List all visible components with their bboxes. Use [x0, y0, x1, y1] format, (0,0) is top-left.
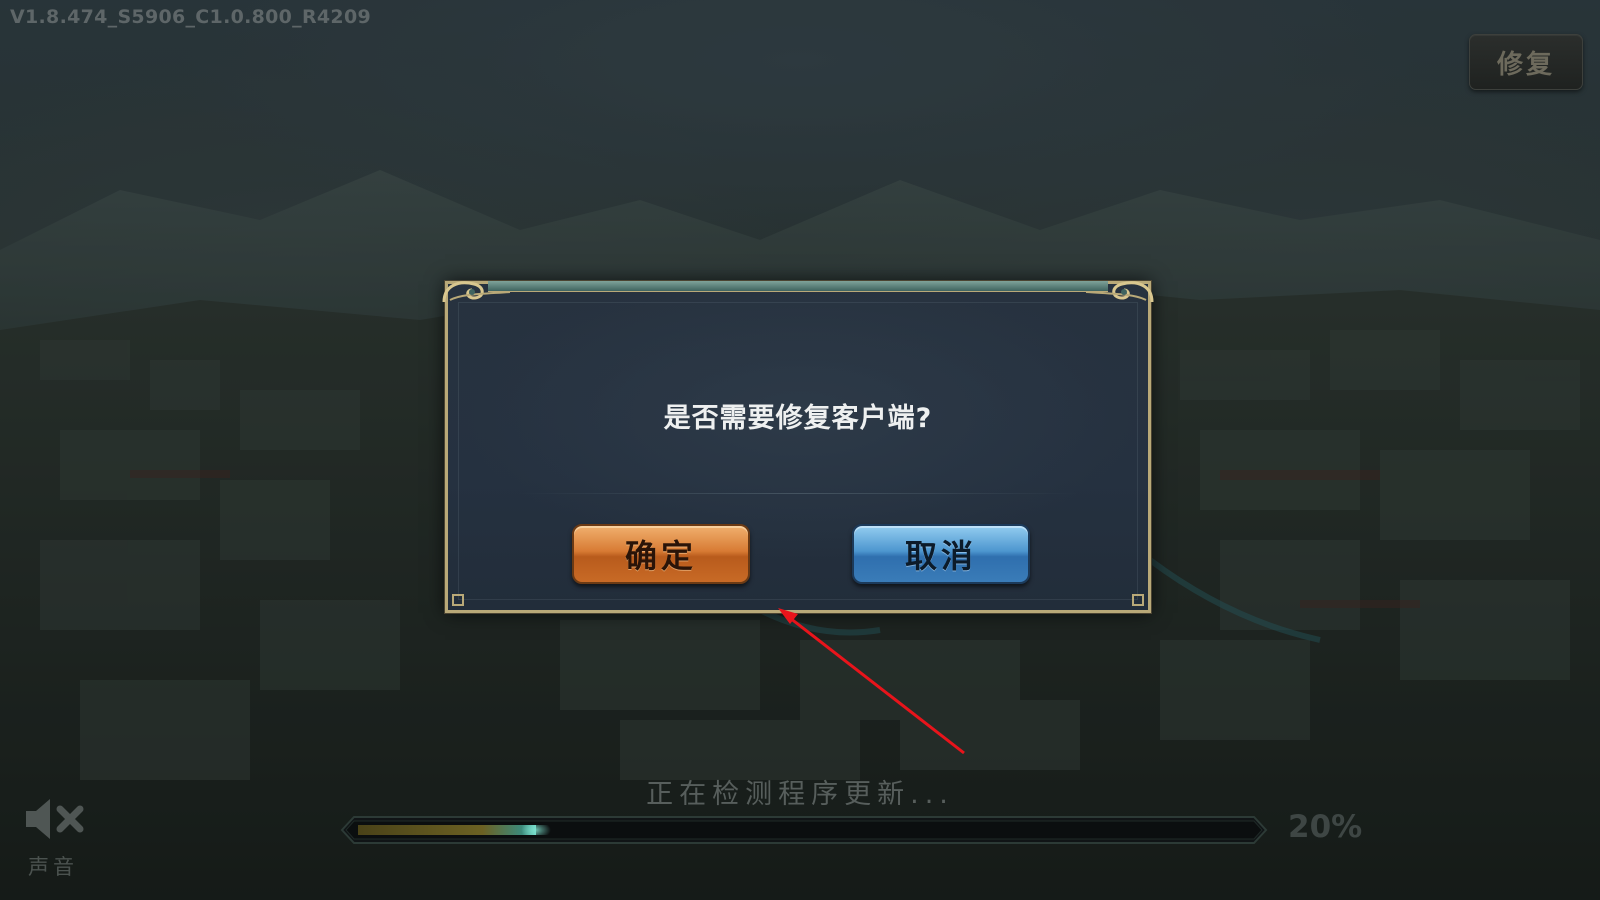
progress-glow: [521, 825, 552, 835]
loading-progress-bar: [340, 815, 1268, 845]
confirm-button[interactable]: 确定: [572, 524, 750, 584]
repair-button[interactable]: 修复: [1469, 34, 1583, 90]
sound-muted-icon: [26, 799, 84, 839]
cancel-button[interactable]: 取消: [852, 524, 1030, 584]
dialog-top-bar: [488, 281, 1108, 292]
repair-confirm-dialog: 是否需要修复客户端? 确定 取消: [442, 281, 1154, 613]
progress-fill: [358, 825, 537, 835]
dialog-message: 是否需要修复客户端?: [663, 403, 933, 434]
game-loading-screen: V1.8.474_S5906_C1.0.800_R4209 修复 是否需要修复客…: [0, 0, 1600, 900]
sound-toggle[interactable]: 声音: [22, 795, 90, 885]
loading-status-text: 正在检测程序更新...: [646, 779, 954, 810]
sound-label: 声音: [28, 855, 78, 879]
dialog-corner-bracket-left: [452, 594, 464, 606]
version-label: V1.8.474_S5906_C1.0.800_R4209: [10, 6, 371, 28]
dialog-divider: [518, 493, 1078, 494]
dialog-inner-frame: [458, 302, 1138, 600]
dialog-corner-bracket-right: [1132, 594, 1144, 606]
progress-percent: 20%: [1288, 809, 1363, 845]
